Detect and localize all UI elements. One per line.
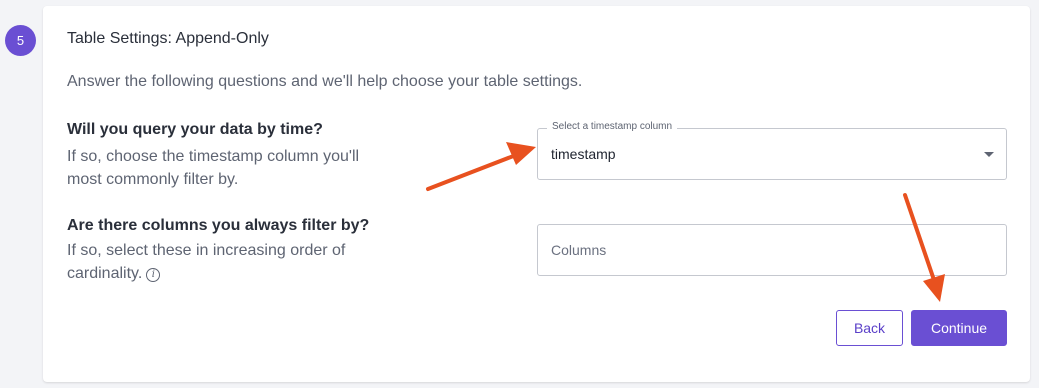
question-time-description: If so, choose the timestamp column you'l… — [67, 145, 397, 191]
question-time-desc-line1: If so, choose the timestamp column you'l… — [67, 148, 360, 165]
filter-columns-placeholder: Columns — [551, 242, 607, 258]
continue-button[interactable]: Continue — [911, 310, 1007, 346]
timestamp-column-value: timestamp — [551, 146, 616, 162]
caret-down-icon[interactable] — [984, 152, 994, 157]
question-columns-title: Are there columns you always filter by? — [67, 217, 370, 234]
section-title: Table Settings: Append-Only — [67, 30, 269, 47]
question-columns-desc-line1: If so, select these in increasing order … — [67, 242, 346, 259]
question-columns-desc-line2-text: cardinality. — [67, 265, 143, 282]
question-columns-desc-line2: cardinality. i — [67, 262, 397, 285]
back-button[interactable]: Back — [836, 310, 903, 346]
timestamp-column-label: Select a timestamp column — [547, 121, 678, 132]
question-columns-description: If so, select these in increasing order … — [67, 239, 397, 285]
question-time-desc-line2: most commonly filter by. — [67, 171, 239, 188]
section-subtitle: Answer the following questions and we'll… — [67, 73, 583, 90]
question-time-title: Will you query your data by time? — [67, 121, 323, 138]
table-settings-card: Table Settings: Append-Only Answer the f… — [43, 6, 1030, 382]
step-number-badge: 5 — [5, 25, 36, 56]
filter-columns-input[interactable]: Columns — [537, 224, 1007, 276]
timestamp-column-select[interactable]: Select a timestamp column timestamp — [537, 121, 1007, 180]
info-circle-icon[interactable]: i — [146, 268, 161, 282]
